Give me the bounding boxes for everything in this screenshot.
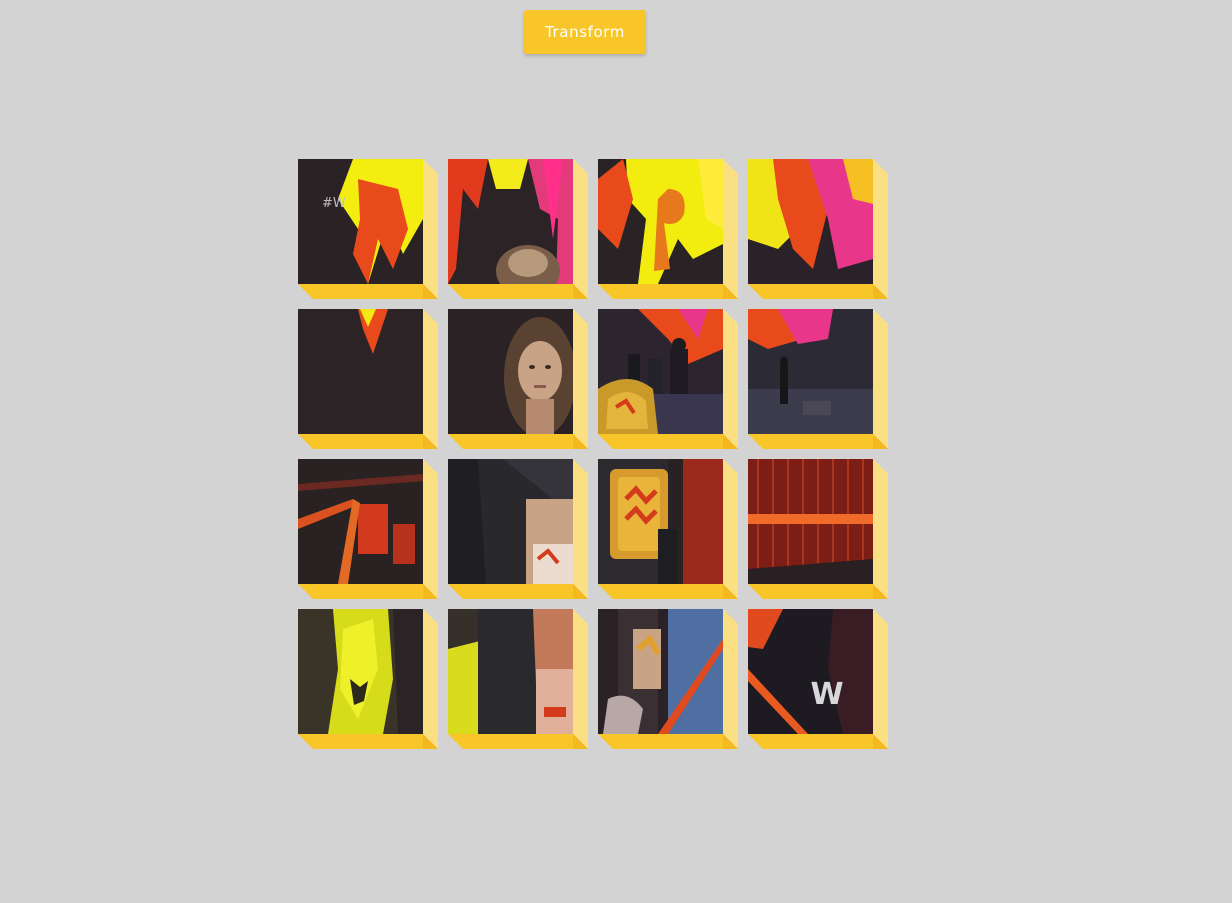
image-tile[interactable]: #W xyxy=(298,159,438,299)
tile-image xyxy=(748,309,873,434)
tile-side-edge xyxy=(423,309,438,449)
image-tile-grid: #W W xyxy=(298,159,898,759)
tile-side-edge xyxy=(723,609,738,749)
tile-side-edge xyxy=(423,459,438,599)
transform-button[interactable]: Transform xyxy=(524,10,646,54)
image-tile[interactable] xyxy=(298,609,438,749)
tile-image xyxy=(448,459,573,584)
image-tile[interactable] xyxy=(748,309,888,449)
tile-bottom-edge xyxy=(748,434,888,449)
image-tile[interactable] xyxy=(748,459,888,599)
image-tile[interactable]: W xyxy=(748,609,888,749)
tile-bottom-edge xyxy=(298,434,438,449)
tile-bottom-edge xyxy=(598,434,738,449)
tile-image: W xyxy=(748,609,873,734)
image-tile[interactable] xyxy=(448,159,588,299)
tile-bottom-edge xyxy=(448,434,588,449)
image-tile[interactable] xyxy=(748,159,888,299)
tile-image xyxy=(448,309,573,434)
hashtag-text: #W xyxy=(322,196,346,211)
tile-image xyxy=(598,609,723,734)
tile-side-edge xyxy=(573,309,588,449)
tile-side-edge xyxy=(873,459,888,599)
tile-image xyxy=(448,609,573,734)
brand-mark-text: W xyxy=(810,677,843,712)
tile-bottom-edge xyxy=(448,734,588,749)
image-tile[interactable] xyxy=(298,309,438,449)
tile-image xyxy=(298,609,423,734)
tile-bottom-edge xyxy=(748,584,888,599)
tile-bottom-edge xyxy=(598,584,738,599)
image-tile[interactable] xyxy=(598,609,738,749)
tile-image: #W xyxy=(298,159,423,284)
tile-bottom-edge xyxy=(598,734,738,749)
tile-side-edge xyxy=(723,459,738,599)
tile-bottom-edge xyxy=(448,584,588,599)
tile-image xyxy=(598,459,723,584)
image-tile[interactable] xyxy=(598,309,738,449)
page: Transform #W W xyxy=(0,0,1232,903)
image-tile[interactable] xyxy=(298,459,438,599)
tile-image xyxy=(598,309,723,434)
tile-side-edge xyxy=(873,309,888,449)
tile-image xyxy=(748,459,873,584)
tile-image xyxy=(748,159,873,284)
image-tile[interactable] xyxy=(598,159,738,299)
tile-image xyxy=(298,459,423,584)
tile-side-edge xyxy=(573,609,588,749)
tile-side-edge xyxy=(573,459,588,599)
tile-bottom-edge xyxy=(448,284,588,299)
image-tile[interactable] xyxy=(598,459,738,599)
tile-bottom-edge xyxy=(298,284,438,299)
tile-side-edge xyxy=(423,159,438,299)
tile-bottom-edge xyxy=(598,284,738,299)
tile-side-edge xyxy=(873,159,888,299)
tile-side-edge xyxy=(723,309,738,449)
image-tile[interactable] xyxy=(448,609,588,749)
tile-bottom-edge xyxy=(298,584,438,599)
tile-side-edge xyxy=(573,159,588,299)
tile-image xyxy=(598,159,723,284)
tile-side-edge xyxy=(423,609,438,749)
tile-side-edge xyxy=(873,609,888,749)
image-tile[interactable] xyxy=(448,459,588,599)
tile-bottom-edge xyxy=(298,734,438,749)
tile-side-edge xyxy=(723,159,738,299)
tile-image xyxy=(448,159,573,284)
tile-bottom-edge xyxy=(748,284,888,299)
image-tile[interactable] xyxy=(448,309,588,449)
tile-bottom-edge xyxy=(748,734,888,749)
tile-image xyxy=(298,309,423,434)
